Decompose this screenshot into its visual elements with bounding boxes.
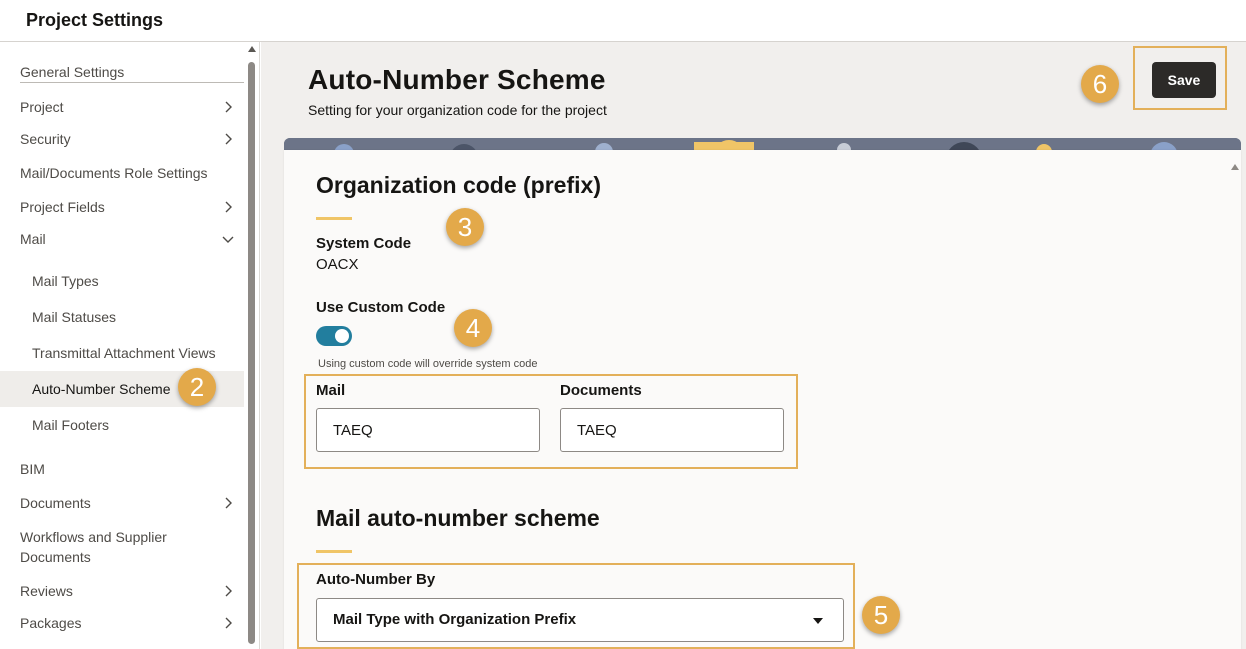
sidebar-item-transmittal-attachment-views[interactable]: Transmittal Attachment Views — [0, 343, 244, 365]
sidebar-item-label: Packages — [20, 615, 82, 631]
page-subtitle: Setting for your organization code for t… — [308, 102, 607, 118]
sidebar-item-label: BIM — [20, 461, 45, 477]
main-content: Auto-Number Scheme Setting for your orga… — [261, 42, 1246, 649]
sidebar-item-label: Documents — [20, 495, 91, 511]
sidebar-item-project-fields[interactable]: Project Fields — [0, 197, 244, 219]
sidebar-item-label: Mail Statuses — [32, 309, 117, 325]
sidebar-item-label: Auto-Number Scheme — [32, 381, 171, 397]
app-title: Project Settings — [26, 10, 164, 30]
sidebar-item-label: Mail/Documents Role Settings — [20, 165, 208, 181]
sidebar-scrollbar[interactable] — [245, 42, 259, 649]
sidebar-item-label: Workflows and Supplier Documents — [20, 529, 167, 565]
sidebar-item-label: Mail Types — [32, 273, 99, 289]
auto-number-by-select[interactable]: Mail Type with Organization Prefix — [316, 598, 844, 642]
mail-code-label: Mail — [316, 382, 346, 399]
scroll-up-arrow-icon[interactable] — [1231, 164, 1239, 170]
callout-badge-4: 4 — [454, 309, 492, 347]
sidebar-item-label: Reviews — [20, 583, 73, 599]
callout-badge-3: 3 — [446, 208, 484, 246]
sidebar-item-bim[interactable]: BIM — [0, 459, 244, 481]
sidebar-item-workflows-supplier-documents[interactable]: Workflows and Supplier Documents — [0, 527, 244, 569]
callout-badge-6: 6 — [1081, 65, 1119, 103]
mail-code-input[interactable] — [316, 408, 540, 452]
sidebar-item-documents[interactable]: Documents — [0, 493, 244, 515]
sidebar-item-label: Project Fields — [20, 199, 105, 215]
sidebar-item-mail-statuses[interactable]: Mail Statuses — [0, 307, 244, 329]
callout-badge-2: 2 — [178, 368, 216, 406]
sidebar-section-general-settings: General Settings — [20, 62, 244, 83]
custom-code-hint: Using custom code will override system c… — [318, 358, 538, 370]
org-code-heading: Organization code (prefix) — [316, 172, 601, 198]
chevron-right-icon — [222, 133, 234, 145]
sidebar-nav: General Settings Project Security Mail/D… — [0, 42, 260, 649]
sidebar-item-security[interactable]: Security — [0, 129, 244, 151]
sidebar-item-mail-documents-role-settings[interactable]: Mail/Documents Role Settings — [0, 163, 244, 185]
use-custom-code-toggle[interactable] — [316, 326, 352, 346]
auto-number-by-label: Auto-Number By — [316, 571, 436, 588]
auto-number-by-value: Mail Type with Organization Prefix — [333, 611, 577, 628]
settings-card: Organization code (prefix) System Code O… — [284, 150, 1241, 649]
sidebar-item-label: General Settings — [20, 64, 125, 80]
mail-scheme-heading: Mail auto-number scheme — [316, 505, 600, 531]
callout-badge-5: 5 — [862, 596, 900, 634]
use-custom-code-label: Use Custom Code — [316, 299, 446, 316]
sidebar-item-project[interactable]: Project — [0, 97, 244, 119]
documents-code-input[interactable] — [560, 408, 784, 452]
sidebar-item-label: Project — [20, 99, 64, 115]
card-scrollbar[interactable] — [1231, 154, 1239, 649]
chevron-right-icon — [222, 101, 234, 113]
sidebar-item-mail[interactable]: Mail — [0, 229, 244, 251]
sidebar-item-mail-types[interactable]: Mail Types — [0, 271, 244, 293]
page-title: Auto-Number Scheme — [308, 64, 606, 95]
sidebar-item-reviews[interactable]: Reviews — [0, 581, 244, 603]
chevron-right-icon — [222, 201, 234, 213]
documents-code-label: Documents — [560, 382, 642, 399]
caret-down-icon — [813, 618, 823, 624]
sidebar-item-mail-footers[interactable]: Mail Footers — [0, 415, 244, 437]
sidebar-item-label: Mail Footers — [32, 417, 110, 433]
scrollbar-thumb[interactable] — [248, 62, 255, 644]
system-code-label: System Code — [316, 235, 412, 252]
top-bar: Project Settings — [0, 0, 1246, 42]
sidebar-item-label: Security — [20, 131, 71, 147]
save-button[interactable]: Save — [1152, 62, 1216, 98]
toggle-knob — [335, 329, 349, 343]
chevron-down-icon — [222, 233, 234, 245]
heading-accent-bar — [316, 217, 352, 220]
chevron-right-icon — [222, 617, 234, 629]
chevron-right-icon — [222, 497, 234, 509]
heading-accent-bar — [316, 550, 352, 553]
sidebar-item-label: Mail — [20, 231, 46, 247]
chevron-right-icon — [222, 585, 234, 597]
sidebar-item-packages[interactable]: Packages — [0, 613, 244, 635]
scroll-up-arrow-icon[interactable] — [248, 46, 256, 52]
sidebar-item-label: Transmittal Attachment Views — [32, 345, 216, 361]
system-code-value: OACX — [316, 256, 359, 273]
